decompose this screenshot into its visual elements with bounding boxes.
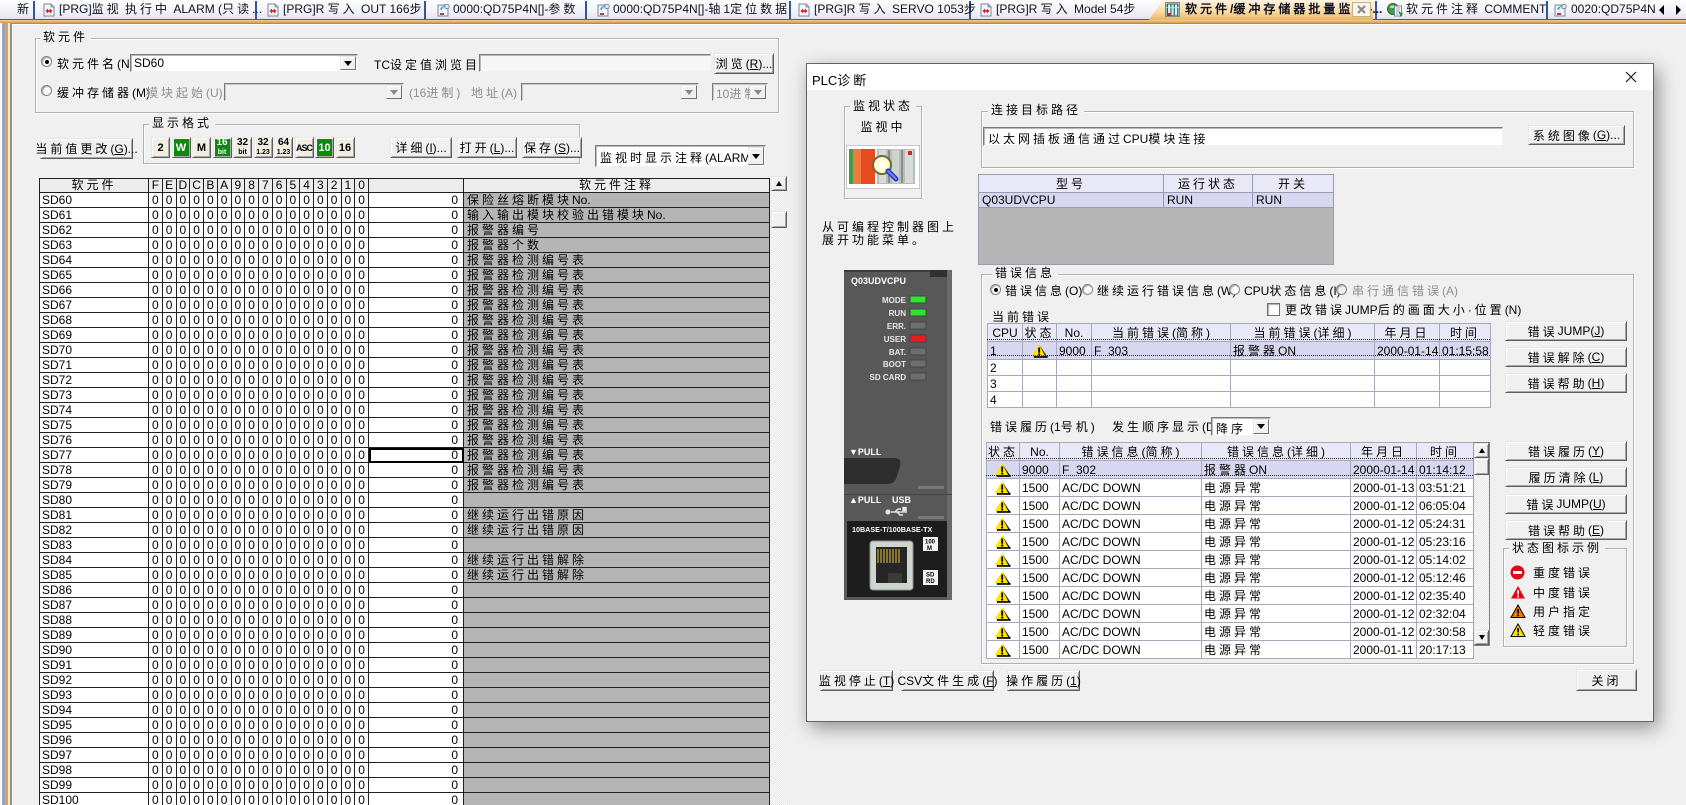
svg-text:▼PULL: ▼PULL — [849, 447, 882, 457]
svg-text:SD: SD — [926, 573, 935, 579]
svg-text:RUN: RUN — [889, 309, 907, 318]
svg-text:M: M — [927, 546, 932, 552]
svg-text:Q03UDVCPU: Q03UDVCPU — [851, 276, 906, 286]
svg-text:▲PULL: ▲PULL — [849, 495, 882, 505]
svg-text:BAT.: BAT. — [889, 348, 906, 357]
svg-text:BOOT: BOOT — [883, 360, 906, 369]
svg-text:USER: USER — [884, 335, 906, 344]
svg-text:RD: RD — [926, 579, 935, 585]
svg-text:USB: USB — [892, 495, 912, 505]
svg-text:ERR.: ERR. — [887, 322, 906, 331]
svg-text:10BASE-T/100BASE-TX: 10BASE-T/100BASE-TX — [852, 525, 932, 534]
svg-text:MODE: MODE — [882, 296, 907, 305]
svg-text:100: 100 — [925, 540, 936, 546]
svg-text:SD CARD: SD CARD — [870, 373, 907, 382]
